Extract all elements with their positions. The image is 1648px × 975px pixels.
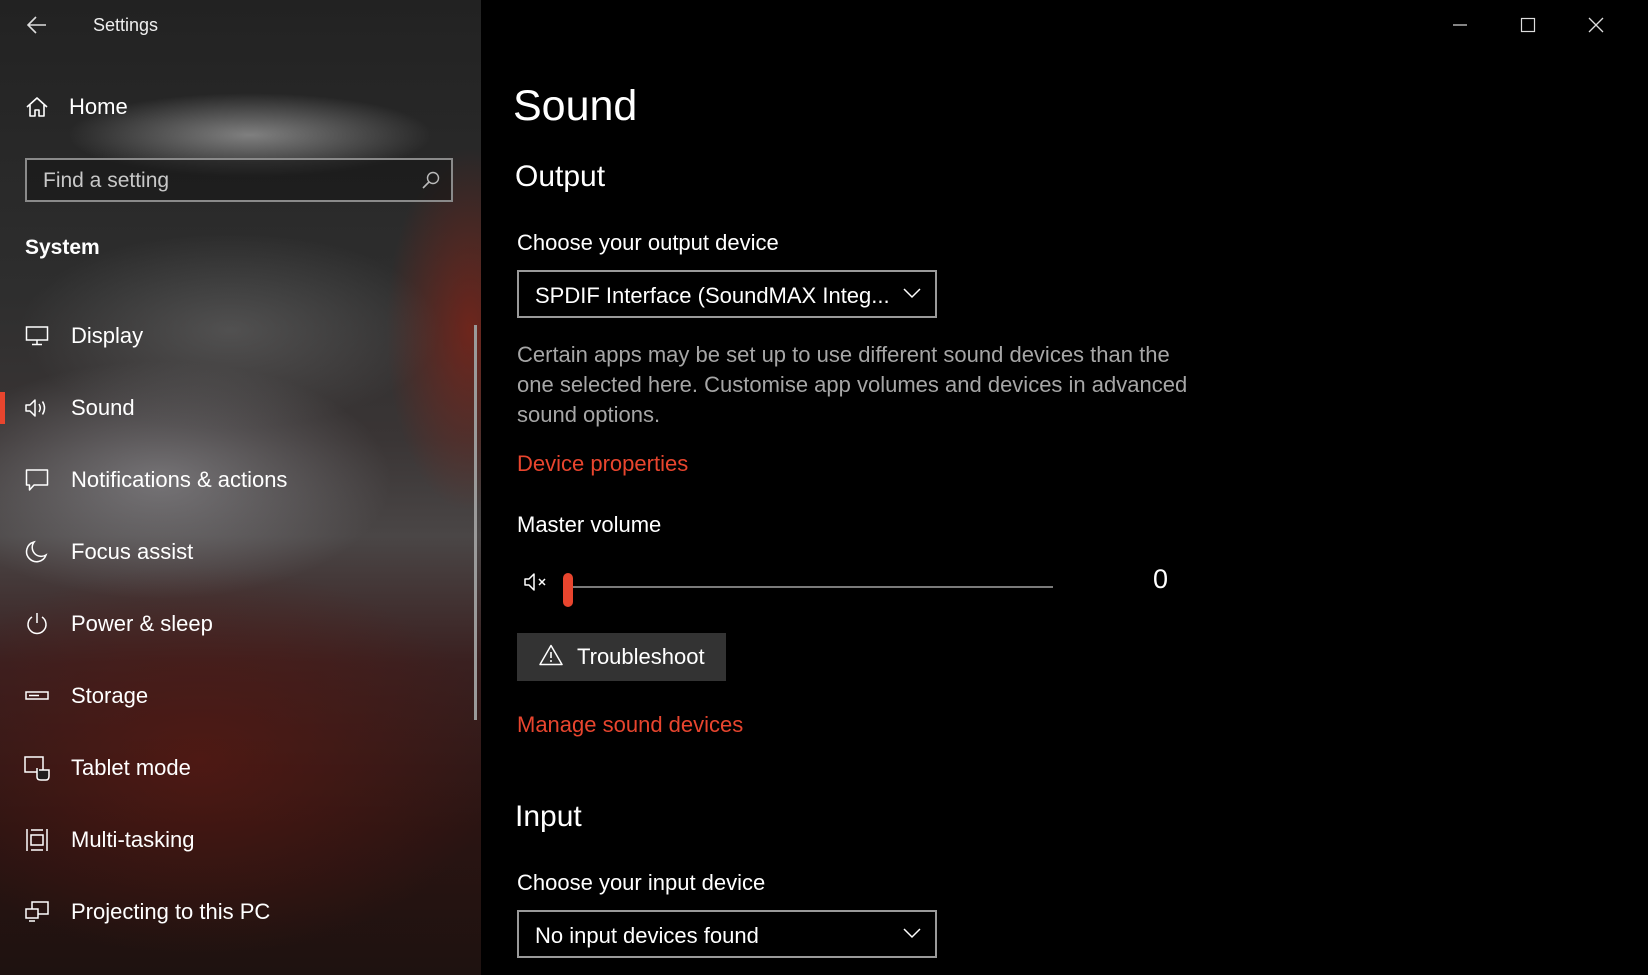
back-arrow-icon — [27, 16, 46, 34]
sidebar-item-multitasking[interactable]: Multi-tasking — [0, 804, 481, 876]
sidebar-item-label: Tablet mode — [71, 755, 191, 780]
maximize-button[interactable] — [1494, 0, 1562, 50]
input-device-dropdown[interactable]: No input devices found — [517, 910, 937, 958]
sidebar-item-projecting[interactable]: Projecting to this PC — [0, 876, 481, 948]
search-box[interactable] — [25, 158, 453, 202]
close-button[interactable] — [1562, 0, 1630, 50]
slider-track — [563, 586, 1053, 588]
message-icon — [24, 467, 50, 493]
output-heading: Output — [515, 160, 606, 193]
sidebar-item-label: Focus assist — [71, 539, 194, 564]
close-icon — [1588, 17, 1604, 33]
input-device-value: No input devices found — [535, 923, 759, 948]
sidebar-item-focus-assist[interactable]: Focus assist — [0, 516, 481, 588]
sidebar-item-label: Power & sleep — [71, 611, 213, 636]
input-device-label: Choose your input device — [517, 870, 766, 895]
sidebar-item-label: Multi-tasking — [71, 827, 195, 852]
troubleshoot-button[interactable]: Troubleshoot — [517, 633, 726, 681]
sidebar-scrollbar[interactable] — [474, 325, 477, 720]
sidebar-item-power-sleep[interactable]: Power & sleep — [0, 588, 481, 660]
projecting-icon — [24, 899, 50, 925]
output-description: Certain apps may be set up to use differ… — [517, 342, 1188, 427]
volume-value: 0 — [1153, 564, 1169, 594]
master-volume-label: Master volume — [517, 512, 662, 537]
sidebar-nav: Display Sound Notifications & actions Fo… — [0, 300, 481, 948]
output-device-dropdown[interactable]: SPDIF Interface (SoundMAX Integ... — [517, 270, 937, 318]
input-heading: Input — [515, 800, 582, 833]
back-button[interactable] — [22, 12, 52, 38]
page-title: Sound — [513, 82, 638, 130]
minimize-icon — [1453, 24, 1467, 26]
moon-icon — [24, 539, 50, 565]
slider-thumb[interactable] — [563, 573, 573, 607]
output-device-label: Choose your output device — [517, 230, 779, 255]
output-device-value: SPDIF Interface (SoundMAX Integ... — [535, 283, 890, 308]
multitasking-icon — [24, 827, 50, 853]
sidebar-item-storage[interactable]: Storage — [0, 660, 481, 732]
manage-sound-devices-link[interactable]: Manage sound devices — [517, 712, 743, 738]
device-properties-link[interactable]: Device properties — [517, 451, 688, 477]
mute-button[interactable] — [523, 570, 553, 599]
warning-icon — [539, 644, 563, 671]
sidebar-item-tablet-mode[interactable]: Tablet mode — [0, 732, 481, 804]
minimize-button[interactable] — [1426, 0, 1494, 50]
search-icon[interactable] — [421, 170, 441, 195]
sidebar-item-notifications[interactable]: Notifications & actions — [0, 444, 481, 516]
app-title: Settings — [93, 15, 159, 35]
speaker-muted-icon — [524, 573, 546, 591]
monitor-icon — [24, 323, 50, 349]
power-icon — [24, 611, 50, 637]
sidebar: Settings Home System Display Sound Notif… — [0, 0, 481, 975]
section-title: System — [25, 236, 100, 259]
maximize-icon — [1520, 17, 1536, 33]
sidebar-item-label: Display — [71, 323, 144, 348]
troubleshoot-label: Troubleshoot — [577, 644, 705, 669]
drive-icon — [24, 683, 50, 709]
home-icon — [26, 97, 48, 117]
sidebar-item-label: Sound — [71, 395, 135, 420]
speaker-icon — [24, 395, 50, 421]
tablet-mode-icon — [24, 755, 50, 781]
master-volume-slider[interactable] — [563, 573, 1053, 607]
home-label: Home — [69, 94, 128, 119]
search-input[interactable] — [41, 160, 405, 202]
sidebar-item-label: Storage — [71, 683, 149, 708]
sidebar-item-display[interactable]: Display — [0, 300, 481, 372]
chevron-down-icon — [903, 926, 921, 945]
sidebar-item-label: Projecting to this PC — [71, 899, 271, 924]
chevron-down-icon — [903, 286, 921, 305]
sidebar-item-label: Notifications & actions — [71, 467, 288, 492]
sidebar-item-sound[interactable]: Sound — [0, 372, 481, 444]
home-link[interactable]: Home — [25, 94, 128, 120]
